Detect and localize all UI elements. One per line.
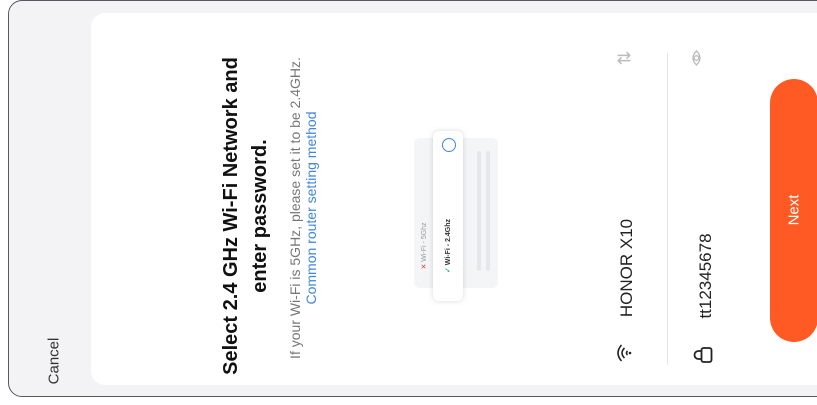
next-button[interactable]: Next [770,79,817,342]
wifi-note: If your Wi-Fi is 5GHz, please set it to … [287,53,319,363]
content-card: Select 2.4 GHz Wi-Fi Network and enter p… [91,13,817,385]
illustration-bar [477,151,481,271]
swap-icon[interactable]: ⇅ [615,50,636,65]
ssid-field[interactable]: HONOR X10 [617,219,637,317]
check-icon: ✓ [445,267,452,274]
cross-icon: ✕ [421,263,428,270]
info-icon [442,138,456,152]
cancel-button[interactable]: Cancel [46,338,63,385]
dialog-frame: Cancel Select 2.4 GHz Wi-Fi Network and … [8,0,817,397]
password-field[interactable]: tt12345678 [696,233,716,318]
illustration-bar [486,151,490,271]
illustration-option-24g: ✓ Wi-Fi - 2.4Ghz [445,218,452,274]
wifi-band-illustration: ✕ Wi-Fi - 5Ghz ✓ Wi-Fi - 2.4Ghz [414,131,498,301]
wifi-note-text: If your Wi-Fi is 5GHz, please set it to … [287,57,303,359]
illustration-option-5g: ✕ Wi-Fi - 5Ghz [421,222,428,270]
wifi-icon [615,343,638,363]
illustration-panel [433,131,463,301]
router-setting-link[interactable]: Common router setting method [303,112,319,305]
next-button-label: Next [785,194,803,226]
lock-icon [693,346,718,364]
eye-icon[interactable] [689,50,710,66]
page-title: Select 2.4 GHz Wi-Fi Network and enter p… [220,57,271,375]
divider [667,53,668,365]
